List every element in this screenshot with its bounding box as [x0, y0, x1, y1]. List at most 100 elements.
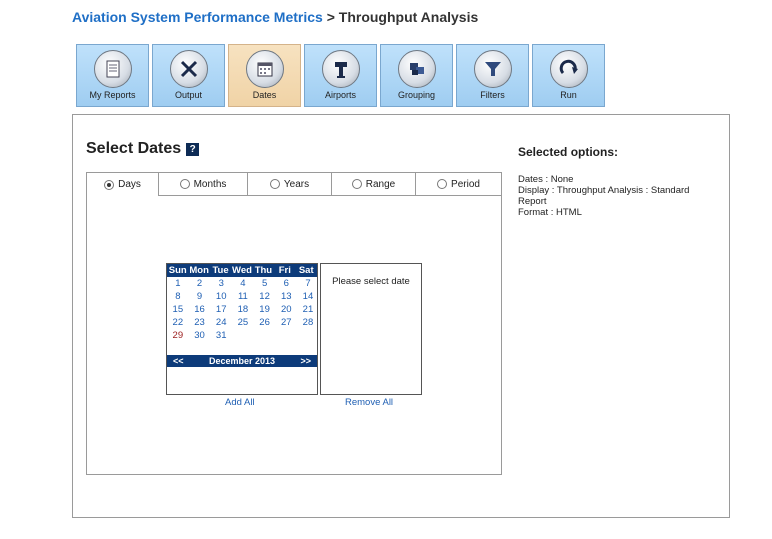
calendar-nav: << December 2013 >>	[167, 355, 317, 367]
calendar-day[interactable]: 3	[210, 277, 232, 290]
report-icon	[93, 50, 132, 88]
grouping-icon	[397, 50, 436, 88]
radio-selected-dot	[107, 182, 112, 187]
calendar-day[interactable]: 12	[254, 290, 276, 303]
radio-days[interactable]	[104, 179, 115, 190]
option-display: Display : Throughput Analysis : Standard…	[518, 185, 690, 207]
radio-months[interactable]	[179, 179, 190, 189]
tab-period[interactable]: Period	[416, 173, 501, 196]
calendar-day[interactable]: 15	[167, 303, 189, 316]
prev-month-button[interactable]: <<	[173, 356, 184, 366]
weekday-label: Wed	[232, 265, 252, 276]
tools-icon	[169, 50, 208, 88]
selected-dates-list[interactable]: Please select date	[320, 263, 422, 395]
tab-days[interactable]: Days	[87, 173, 159, 196]
calendar-day[interactable]: 30	[189, 329, 211, 342]
selected-options-list: Dates : None Display : Throughput Analys…	[518, 174, 718, 218]
calendar-day[interactable]: 1	[167, 277, 189, 290]
toolbar-airports-button[interactable]: Airports	[304, 44, 377, 107]
tab-label: Period	[451, 178, 480, 190]
tower-icon	[321, 50, 360, 88]
calendar-day[interactable]: 25	[232, 316, 254, 329]
filter-icon	[473, 50, 512, 88]
weekday-label: Thu	[254, 265, 273, 276]
radio-period[interactable]	[437, 179, 448, 189]
calendar-day[interactable]: 4	[232, 277, 254, 290]
date-mode-tabs: Days Months Years Range Period	[87, 173, 501, 196]
run-icon	[549, 50, 588, 88]
toolbar-label: Grouping	[397, 90, 436, 100]
section-title: Select Dates ?	[86, 140, 200, 158]
toolbar-grouping-button[interactable]: Grouping	[380, 44, 453, 107]
calendar-day[interactable]: 10	[210, 290, 232, 303]
breadcrumb-separator: >	[326, 9, 335, 25]
tab-range[interactable]: Range	[332, 173, 416, 196]
calendar-day[interactable]: 24	[210, 316, 232, 329]
calendar-day[interactable]: 17	[210, 303, 232, 316]
weekday-label: Sat	[298, 265, 314, 276]
calendar-day[interactable]: 21	[297, 303, 319, 316]
calendar-day[interactable]: 28	[297, 316, 319, 329]
remove-all-link[interactable]: Remove All	[345, 397, 393, 408]
calendar-day-grid: 1 2 3 4 5 6 7 8 9 10 11 12 13 14 15 16 17 18 19 20 21 22 23 24 2…	[167, 277, 317, 342]
calendar-day[interactable]: 6	[275, 277, 297, 290]
calendar-day[interactable]: 31	[210, 329, 232, 342]
month-label: December 2013	[208, 356, 276, 366]
weekday-label: Sun	[168, 265, 187, 276]
calendar-day[interactable]: 8	[167, 290, 189, 303]
toolbar-my-reports-button[interactable]: My Reports	[76, 44, 149, 107]
toolbar-label: Output	[174, 90, 203, 100]
toolbar-run-button[interactable]: Run	[532, 44, 605, 107]
toolbar-dates-button[interactable]: Dates	[228, 44, 301, 107]
calendar-day[interactable]: 2	[189, 277, 211, 290]
calendar-day[interactable]: 23	[189, 316, 211, 329]
tab-label: Days	[118, 179, 141, 190]
toolbar-label: Dates	[252, 90, 277, 100]
calendar-day[interactable]: 7	[297, 277, 319, 290]
calendar: Sun Mon Tue Wed Thu Fri Sat 1 2 3 4 5 6 7 8 9 10 1…	[166, 263, 318, 395]
radio-range[interactable]	[351, 179, 362, 189]
calendar-day[interactable]: 9	[189, 290, 211, 303]
selected-options-title: Selected options:	[518, 145, 619, 159]
weekday-label: Fri	[278, 265, 291, 276]
toolbar-output-button[interactable]: Output	[152, 44, 225, 107]
next-month-button[interactable]: >>	[300, 356, 311, 366]
tab-label: Years	[283, 178, 310, 190]
option-format: Format : HTML	[518, 207, 582, 218]
calendar-day[interactable]: 18	[232, 303, 254, 316]
main-toolbar: My Reports Output Dates Airports Groupin…	[76, 44, 608, 107]
calendar-day[interactable]: 20	[275, 303, 297, 316]
calendar-day[interactable]: 16	[189, 303, 211, 316]
calendar-weekday-header: Sun Mon Tue Wed Thu Fri Sat	[167, 264, 317, 277]
toolbar-filters-button[interactable]: Filters	[456, 44, 529, 107]
toolbar-label: My Reports	[89, 90, 136, 100]
calendar-day[interactable]: 5	[254, 277, 276, 290]
calendar-day[interactable]: 14	[297, 290, 319, 303]
section-title-text: Select Dates	[86, 140, 182, 157]
page-title: Throughput Analysis	[338, 9, 479, 25]
calendar-day[interactable]: 13	[275, 290, 297, 303]
calendar-day[interactable]: 11	[232, 290, 254, 303]
calendar-day[interactable]: 22	[167, 316, 189, 329]
weekday-label: Tue	[212, 265, 229, 276]
tab-months[interactable]: Months	[159, 173, 248, 196]
calendar-day[interactable]: 26	[254, 316, 276, 329]
calendar-day[interactable]: 29	[167, 329, 189, 342]
breadcrumb-app-link[interactable]: Aviation System Performance Metrics	[72, 9, 323, 25]
toolbar-label: Run	[560, 90, 577, 100]
radio-years[interactable]	[269, 179, 280, 189]
tab-label: Months	[193, 178, 227, 190]
calendar-day[interactable]: 27	[275, 316, 297, 329]
tab-years[interactable]: Years	[248, 173, 332, 196]
option-dates: Dates : None	[518, 174, 574, 185]
weekday-label: Mon	[189, 265, 209, 276]
calendar-icon	[245, 50, 284, 88]
empty-selection-message: Please select date	[332, 276, 410, 287]
toolbar-label: Airports	[324, 90, 356, 100]
add-all-link[interactable]: Add All	[225, 397, 255, 408]
toolbar-label: Filters	[480, 90, 505, 100]
calendar-day[interactable]: 19	[254, 303, 276, 316]
help-icon[interactable]: ?	[186, 142, 200, 156]
breadcrumb: Aviation System Performance Metrics > Th…	[72, 9, 478, 25]
tab-label: Range	[365, 178, 396, 190]
